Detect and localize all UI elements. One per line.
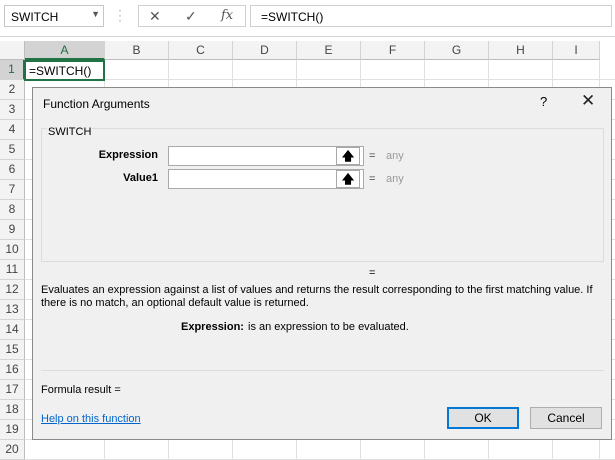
formula-buttons: ✕ ✓ fx: [138, 5, 246, 27]
resize-handle-icon[interactable]: · · ·: [118, 4, 122, 26]
value1-label: Value1: [123, 172, 158, 184]
value1-value: any: [386, 173, 404, 185]
column-header-f[interactable]: F: [361, 41, 425, 60]
row-header-12[interactable]: 12: [0, 280, 25, 300]
cancel-button[interactable]: Cancel: [530, 407, 602, 429]
row-header-2[interactable]: 2: [0, 80, 25, 100]
column-header-g[interactable]: G: [425, 41, 489, 60]
divider: [41, 370, 604, 371]
help-link[interactable]: Help on this function: [41, 413, 141, 425]
column-header-h[interactable]: H: [489, 41, 553, 60]
function-description: Evaluates an expression against a list o…: [41, 284, 593, 309]
active-cell-text: =SWITCH(): [29, 64, 92, 78]
dropdown-arrow-icon[interactable]: ▼: [91, 9, 100, 19]
help-icon[interactable]: ?: [540, 94, 547, 109]
row-header-5[interactable]: 5: [0, 140, 25, 160]
expression-equals: =: [369, 150, 376, 162]
ok-button[interactable]: OK: [447, 407, 519, 429]
column-header-e[interactable]: E: [297, 41, 361, 60]
cancel-icon[interactable]: ✕: [149, 8, 161, 25]
argument-detail-text: is an expression to be evaluated.: [248, 321, 409, 333]
column-header-c[interactable]: C: [169, 41, 233, 60]
row-header-17[interactable]: 17: [0, 380, 25, 400]
formula-text: =SWITCH(): [261, 10, 324, 24]
name-box-value: SWITCH: [11, 10, 59, 24]
row-header-7[interactable]: 7: [0, 180, 25, 200]
formula-input[interactable]: =SWITCH(): [250, 5, 612, 27]
row-header-1[interactable]: 1: [0, 60, 25, 80]
row-header-18[interactable]: 18: [0, 400, 25, 420]
row-header-3[interactable]: 3: [0, 100, 25, 120]
range-select-icon[interactable]: 🡅: [336, 170, 360, 188]
value1-input[interactable]: [168, 169, 364, 189]
select-all-corner[interactable]: [0, 41, 25, 60]
formula-result: Formula result =: [41, 384, 121, 396]
row-header-15[interactable]: 15: [0, 340, 25, 360]
row-header-16[interactable]: 16: [0, 360, 25, 380]
column-header-a[interactable]: A: [25, 41, 105, 60]
row-gridline: [25, 79, 615, 80]
fx-icon[interactable]: fx: [221, 8, 233, 23]
expression-label: Expression: [98, 149, 158, 161]
result-equals: =: [369, 267, 376, 279]
row-header-11[interactable]: 11: [0, 260, 25, 280]
function-arguments-dialog: Function Arguments ? ✕ SWITCH Expression…: [32, 87, 612, 440]
row-header-13[interactable]: 13: [0, 300, 25, 320]
enter-icon[interactable]: ✓: [185, 8, 197, 25]
dialog-title: Function Arguments: [43, 97, 150, 111]
close-icon[interactable]: ✕: [581, 91, 595, 111]
row-header-14[interactable]: 14: [0, 320, 25, 340]
column-header-d[interactable]: D: [233, 41, 297, 60]
column-header-i[interactable]: I: [553, 41, 600, 60]
row-header-6[interactable]: 6: [0, 160, 25, 180]
row-header-4[interactable]: 4: [0, 120, 25, 140]
row-header-10[interactable]: 10: [0, 240, 25, 260]
range-select-icon[interactable]: 🡅: [336, 147, 360, 165]
expression-input[interactable]: [168, 146, 364, 166]
expression-value: any: [386, 150, 404, 162]
row-header-8[interactable]: 8: [0, 200, 25, 220]
argument-detail-label: Expression:: [181, 321, 244, 333]
name-box[interactable]: SWITCH ▼: [4, 5, 104, 27]
group-label: SWITCH: [47, 126, 93, 138]
value1-equals: =: [369, 173, 376, 185]
formula-bar: SWITCH ▼ · · · ✕ ✓ fx =SWITCH(): [0, 0, 615, 37]
row-header-20[interactable]: 20: [0, 440, 25, 460]
row-header-9[interactable]: 9: [0, 220, 25, 240]
column-header-b[interactable]: B: [105, 41, 169, 60]
row-header-19[interactable]: 19: [0, 420, 25, 440]
active-cell-a1[interactable]: =SWITCH(): [24, 60, 105, 81]
